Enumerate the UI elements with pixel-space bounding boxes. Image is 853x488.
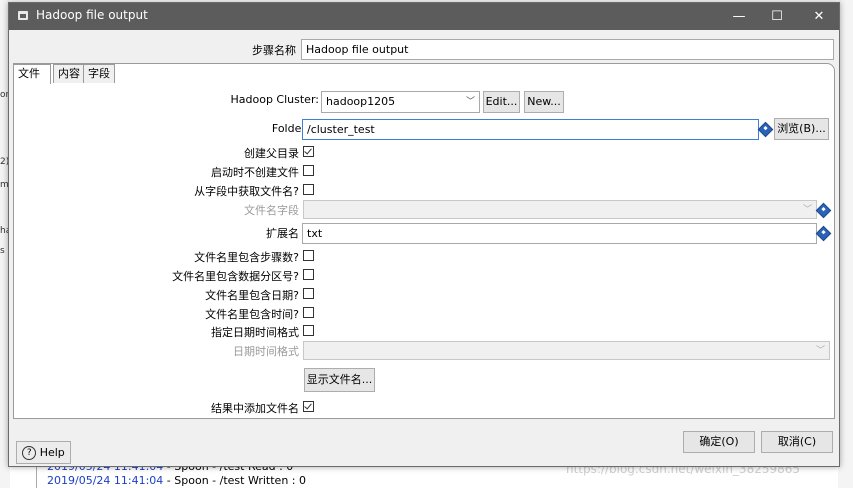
- extension-label: 扩展名: [266, 227, 299, 240]
- tab-content[interactable]: 内容: [53, 64, 87, 83]
- include-date-checkbox[interactable]: [303, 288, 314, 299]
- filename-from-field-checkbox[interactable]: [303, 184, 314, 195]
- include-time-label: 文件名里包含时间?: [205, 308, 299, 321]
- include-stepnr-checkbox[interactable]: [303, 250, 314, 261]
- add-to-result-label: 结果中添加文件名: [211, 402, 299, 415]
- datetime-format-select[interactable]: ﹀: [303, 341, 830, 360]
- filename-field-label: 文件名字段: [244, 204, 299, 217]
- add-to-result-checkbox[interactable]: [303, 401, 314, 412]
- datetime-format-label: 日期时间格式: [233, 345, 299, 358]
- no-create-at-start-checkbox[interactable]: [303, 165, 314, 176]
- cancel-button[interactable]: 取消(C): [761, 431, 833, 453]
- new-cluster-button[interactable]: New...: [524, 91, 564, 113]
- maximize-button[interactable]: ☐: [757, 3, 797, 30]
- hadoop-cluster-value: hadoop1205: [326, 95, 396, 108]
- chevron-down-icon: ﹀: [802, 205, 812, 215]
- help-button[interactable]: ? Help: [16, 441, 71, 464]
- include-partition-label: 文件名里包含数据分区号?: [172, 270, 299, 283]
- background-right-panel: [838, 0, 853, 488]
- extension-input[interactable]: txt: [302, 223, 817, 244]
- step-name-input[interactable]: Hadoop file output: [301, 39, 834, 60]
- show-filename-button[interactable]: 显示文件名...: [304, 368, 375, 392]
- chevron-down-icon: ﹀: [815, 346, 825, 356]
- create-parent-label: 创建父目录: [244, 147, 299, 160]
- log-text: - Spoon - /test Written : 0: [163, 474, 306, 487]
- include-time-checkbox[interactable]: [303, 307, 314, 318]
- hadoop-cluster-label: Hadoop Cluster:: [230, 93, 320, 106]
- step-name-label: 步骤名称: [252, 44, 296, 57]
- include-date-label: 文件名里包含日期?: [205, 289, 299, 302]
- tab-fields[interactable]: 字段: [83, 64, 115, 83]
- filename-from-field-label: 从字段中获取文件名?: [194, 185, 299, 198]
- help-icon: ?: [22, 446, 37, 460]
- log-timestamp: 2019/05/24 11:41:04: [47, 474, 164, 487]
- specify-format-label: 指定日期时间格式: [211, 326, 299, 339]
- chevron-down-icon: ﹀: [465, 97, 475, 107]
- dialog-titlebar[interactable]: Hadoop file output — ☐ ✕: [9, 3, 839, 30]
- tab-file[interactable]: 文件: [13, 64, 51, 84]
- specify-format-checkbox[interactable]: [303, 325, 314, 336]
- minimize-button[interactable]: —: [719, 3, 759, 30]
- include-partition-checkbox[interactable]: [303, 269, 314, 280]
- hadoop-file-output-dialog: Hadoop file output — ☐ ✕ 步骤名称 Hadoop fil…: [8, 2, 840, 467]
- filename-field-select[interactable]: ﹀: [303, 200, 817, 219]
- folder-file-input[interactable]: /cluster_test: [302, 119, 759, 140]
- browse-button[interactable]: 浏览(B)...: [774, 118, 829, 140]
- hadoop-cluster-select[interactable]: hadoop1205 ﹀: [321, 91, 480, 113]
- no-create-at-start-label: 启动时不创建文件: [211, 166, 299, 179]
- ok-button[interactable]: 确定(O): [683, 431, 755, 453]
- log-line: 2019/05/24 11:41:04 - Spoon - /test Writ…: [37, 474, 557, 488]
- window-icon: [18, 11, 28, 20]
- create-parent-checkbox[interactable]: [303, 146, 314, 157]
- edit-cluster-button[interactable]: Edit...: [483, 91, 520, 113]
- close-button[interactable]: ✕: [799, 3, 839, 30]
- include-stepnr-label: 文件名里包含步骤数?: [194, 251, 299, 264]
- help-label: Help: [39, 446, 65, 459]
- dialog-title: Hadoop file output: [36, 8, 148, 22]
- background-fragment: s: [0, 246, 5, 256]
